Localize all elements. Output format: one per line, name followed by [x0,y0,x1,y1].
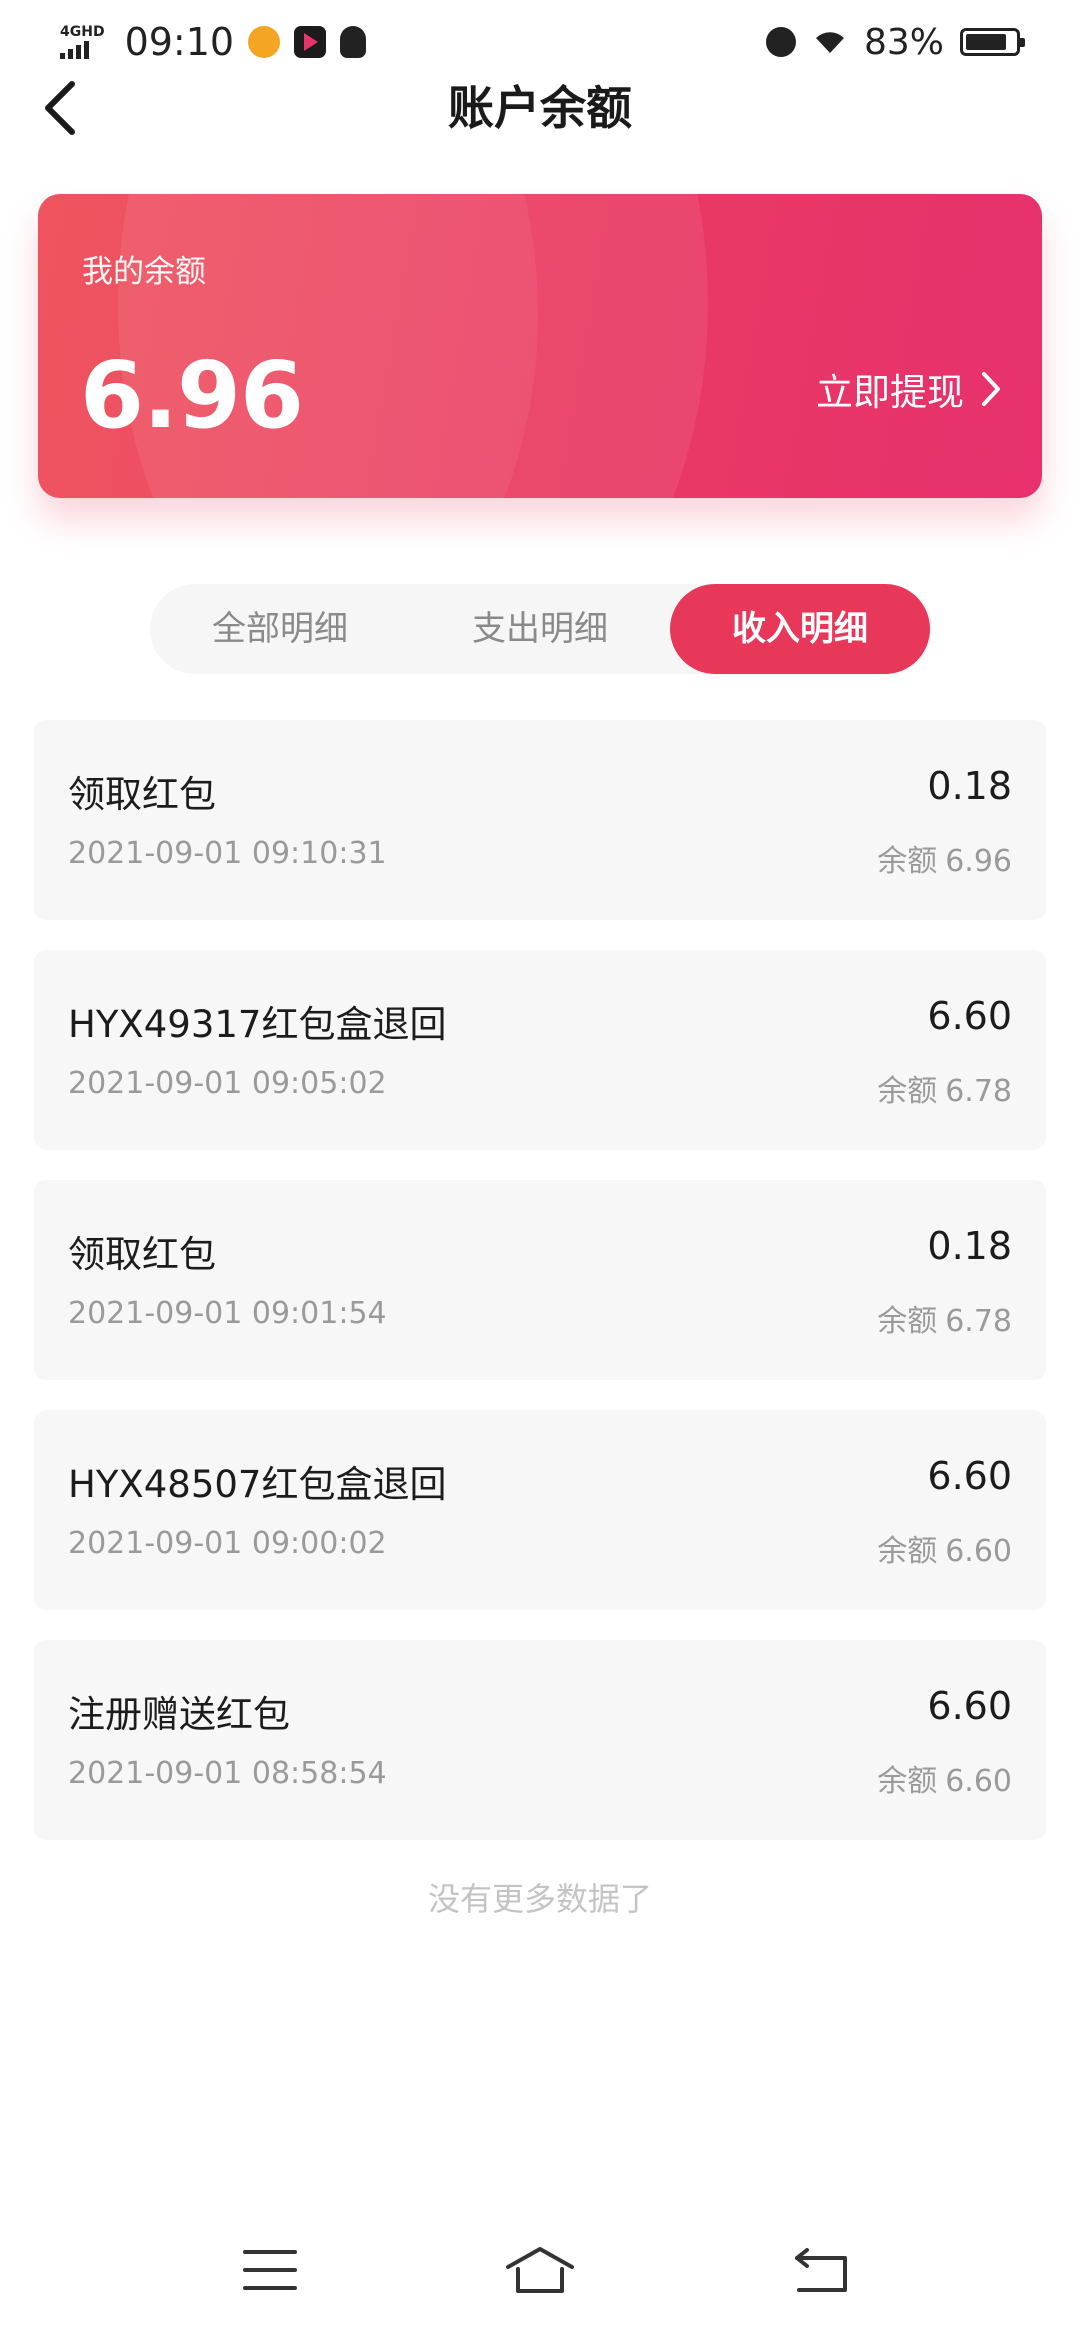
alarm-icon [765,27,796,57]
record-balance-value: 6.96 [945,844,1012,879]
record-balance-label: 余额 [877,1534,938,1569]
home-button[interactable] [490,2220,590,2320]
record-balance-label: 余额 [877,1074,938,1109]
withdraw-button[interactable]: 立即提现 [816,362,1002,416]
withdraw-label: 立即提现 [816,371,964,414]
account-balance-page: 4GHD 09:10 83% 账户余额 我的余额 6.96 立即提现 全部明细 … [0,0,1080,2340]
record-title: HYX49317红包盒退回 [68,1003,447,1046]
record-balance-value: 6.60 [945,1764,1012,1799]
record-balance-value: 6.78 [945,1304,1012,1339]
record-amount: 0.18 [927,764,1012,808]
list-item[interactable]: 领取红包 2021-09-01 09:10:31 0.18 余额 6.96 [34,720,1046,920]
record-title: HYX48507红包盒退回 [68,1463,447,1506]
record-time: 2021-09-01 09:01:54 [68,1296,387,1331]
signal-icon [60,39,89,59]
no-more-data-text: 没有更多数据了 [427,1880,652,1918]
app-notification-icon [248,26,281,58]
list-item[interactable]: HYX49317红包盒退回 2021-09-01 09:05:02 6.60 余… [34,950,1046,1150]
record-time: 2021-09-01 09:05:02 [68,1066,387,1101]
network-indicator: 4GHD [60,25,105,59]
record-balance: 余额 6.78 [877,1066,1012,1110]
balance-card: 我的余额 6.96 立即提现 [38,194,1042,498]
record-balance: 余额 6.78 [877,1296,1012,1340]
record-time: 2021-09-01 09:00:02 [68,1526,387,1561]
tab-income-details[interactable]: 收入明细 [670,584,930,674]
record-amount: 6.60 [927,1454,1012,1498]
chevron-right-icon [982,372,1000,406]
record-title: 注册赠送红包 [68,1693,290,1736]
record-balance-label: 余额 [877,1304,938,1339]
list-item[interactable]: 注册赠送红包 2021-09-01 08:58:54 6.60 余额 6.60 [34,1640,1046,1840]
record-balance: 余额 6.60 [877,1756,1012,1800]
records-list: 领取红包 2021-09-01 09:10:31 0.18 余额 6.96 HYX… [34,720,1046,1870]
header: 账户余额 [0,68,1080,148]
back-nav-button[interactable] [772,2220,872,2320]
record-amount: 6.60 [927,994,1012,1038]
tab-all-details[interactable]: 全部明细 [150,584,410,674]
system-nav-bar [0,2220,1080,2320]
record-balance: 余额 6.96 [877,836,1012,880]
record-balance-value: 6.60 [945,1534,1012,1569]
detail-tabs: 全部明细 支出明细 收入明细 [150,584,932,674]
battery-icon [960,28,1025,56]
record-title: 领取红包 [68,773,216,816]
list-item[interactable]: HYX48507红包盒退回 2021-09-01 09:00:02 6.60 余… [34,1410,1046,1610]
menu-button[interactable] [220,2220,320,2320]
record-balance-label: 余额 [877,844,938,879]
record-balance: 余额 6.60 [877,1526,1012,1570]
record-amount: 6.60 [927,1684,1012,1728]
status-right: 83% [765,21,1025,63]
video-app-icon [294,26,327,58]
balance-label: 我的余额 [82,254,206,290]
tab-expense-details[interactable]: 支出明细 [410,584,670,674]
list-item[interactable]: 领取红包 2021-09-01 09:01:54 0.18 余额 6.78 [34,1180,1046,1380]
record-balance-value: 6.78 [945,1074,1012,1109]
balance-amount: 6.96 [80,342,304,449]
menu-icon [243,2250,297,2290]
return-icon [795,2248,847,2292]
battery-fill [966,34,1006,50]
status-left: 4GHD 09:10 [60,20,367,64]
status-time: 09:10 [124,20,235,64]
record-time: 2021-09-01 09:10:31 [68,836,387,871]
wifi-icon [815,32,844,53]
page-title: 账户余额 [448,81,632,135]
home-icon [506,2247,574,2293]
record-time: 2021-09-01 08:58:54 [68,1756,387,1791]
record-balance-label: 余额 [877,1764,938,1799]
qq-icon [340,26,367,58]
record-title: 领取红包 [68,1233,216,1276]
network-label: 4GHD [60,24,105,40]
record-amount: 0.18 [927,1224,1012,1268]
battery-text: 83% [863,21,944,63]
